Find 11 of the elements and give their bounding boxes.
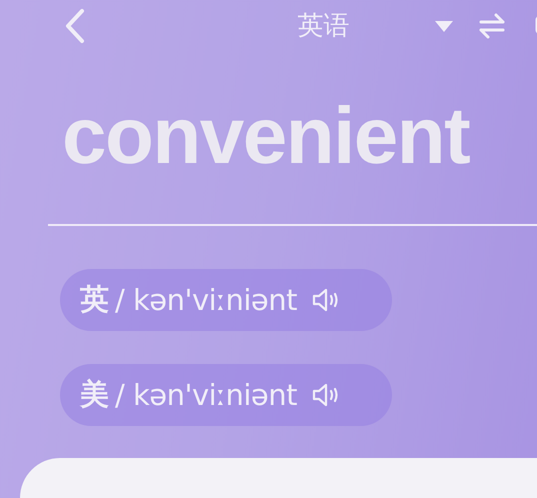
language-title[interactable]: 英语 (298, 11, 350, 41)
dropdown-icon[interactable] (435, 20, 453, 32)
region-label: 美 (80, 376, 109, 413)
swap-icon[interactable] (479, 13, 505, 39)
pronunciation-pill[interactable]: 美 / kən'viːniənt (60, 364, 392, 426)
phonetic-text: / kən'viːniənt (115, 378, 297, 412)
headword: convenient (62, 96, 470, 176)
phonetic-text: / kən'viːniənt (115, 283, 297, 317)
back-icon[interactable] (64, 8, 86, 44)
region-label: 英 (80, 281, 109, 318)
pronunciation-pill[interactable]: 英 / kən'viːniənt (60, 269, 392, 331)
